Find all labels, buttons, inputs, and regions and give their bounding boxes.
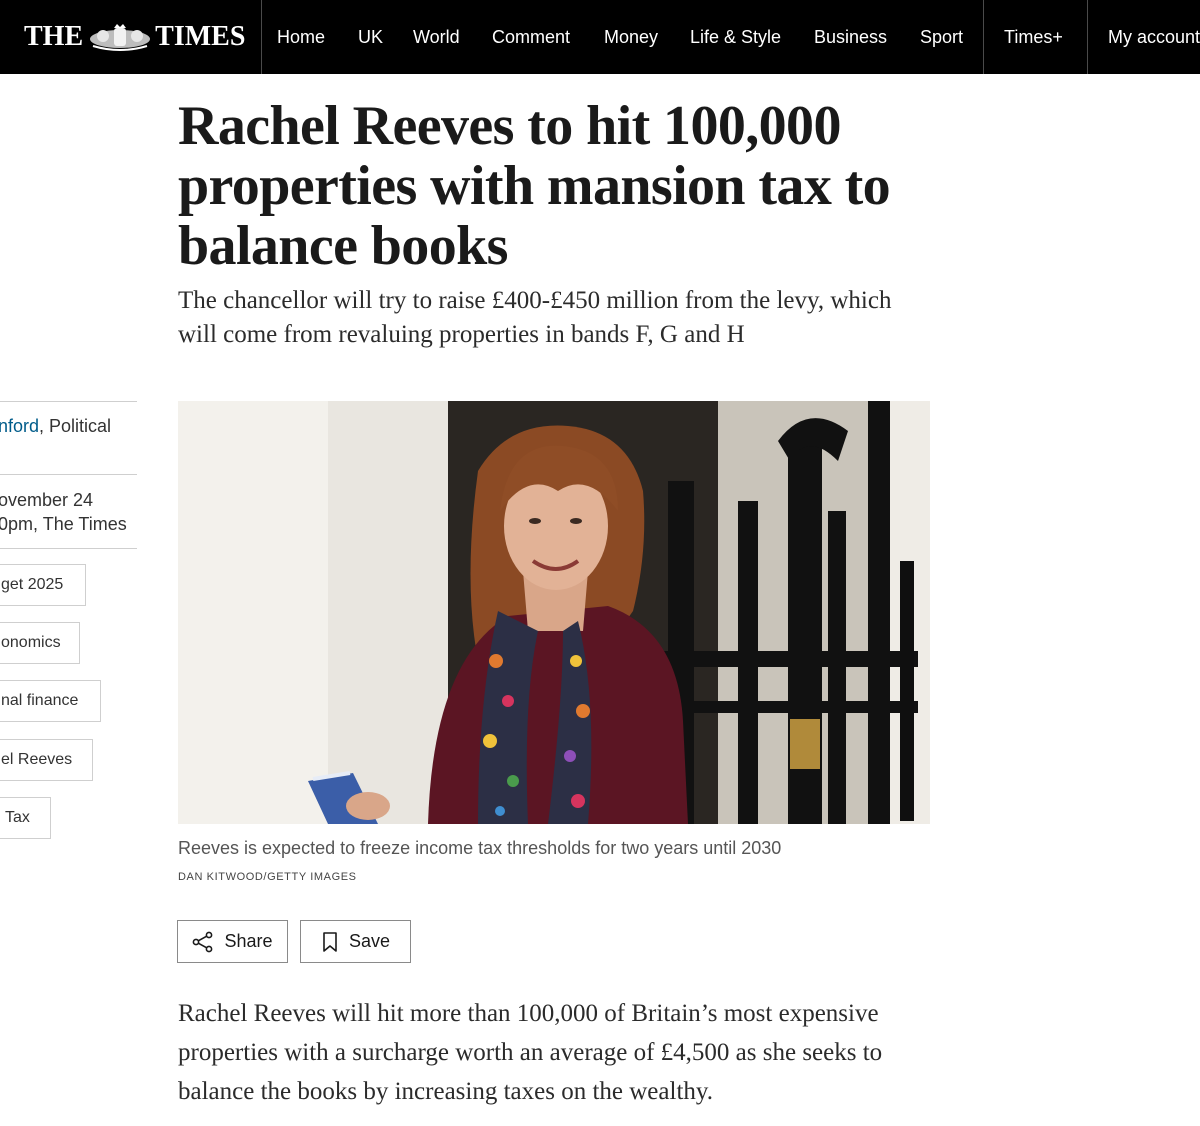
tag-label: el Reeves [1, 751, 73, 768]
chancellor-photo [178, 401, 930, 824]
sidebar-divider [0, 401, 137, 402]
tag-label: Tax [5, 809, 30, 826]
nav-link-world[interactable]: World [413, 0, 460, 74]
times-logo[interactable]: THE TIMES [24, 0, 245, 74]
tag-label: onomics [1, 634, 61, 651]
topic-tag-economics[interactable]: onomics [0, 622, 80, 664]
topic-tag-rachel-reeves[interactable]: el Reeves [0, 739, 93, 781]
nav-link-times-plus[interactable]: Times+ [1004, 0, 1063, 74]
share-label: Share [224, 931, 273, 951]
logo-word-times: TIMES [155, 21, 246, 52]
my-account-link[interactable]: My account [1108, 0, 1200, 74]
nav-divider [1087, 0, 1088, 74]
nav-link-sport[interactable]: Sport [920, 0, 963, 74]
nav-link-business[interactable]: Business [814, 0, 887, 74]
article-body-paragraph: Rachel Reeves will hit more than 100,000… [178, 1000, 883, 1105]
article-headline: Rachel Reeves to hit 100,000 properties … [178, 95, 891, 277]
author-role: , Political [39, 416, 112, 436]
topic-tag-budget[interactable]: get 2025 [0, 564, 86, 606]
tag-label: get 2025 [1, 576, 64, 593]
royal-crest-icon [90, 24, 151, 51]
publish-time-source: 0pm, The Times [0, 514, 127, 534]
publish-date: ovember 24 [0, 490, 94, 510]
nav-link-life-style[interactable]: Life & Style [690, 0, 781, 74]
share-button[interactable]: Share [177, 920, 288, 963]
author-byline: nford, Political [0, 414, 111, 438]
save-label: Save [348, 931, 391, 951]
sidebar-divider [0, 548, 137, 549]
tag-label: nal finance [1, 692, 79, 709]
topic-tag-personal-finance[interactable]: nal finance [0, 680, 101, 722]
nav-link-comment[interactable]: Comment [492, 0, 570, 74]
nav-link-home[interactable]: Home [277, 0, 325, 74]
article-standfirst: The chancellor will try to raise £400-£4… [178, 287, 892, 348]
save-button[interactable]: Save [300, 920, 411, 963]
nav-link-money[interactable]: Money [604, 0, 658, 74]
top-navigation-bar: THE TIMES Home UK World Comment Money Li… [0, 0, 1200, 74]
image-credit: Dan Kitwood/Getty Images [178, 871, 357, 883]
image-caption: Reeves is expected to freeze income tax … [178, 838, 782, 858]
author-name-link[interactable]: nford [0, 416, 39, 436]
nav-link-uk[interactable]: UK [358, 0, 383, 74]
bookmark-icon [323, 931, 337, 952]
share-icon [193, 931, 213, 952]
nav-divider [983, 0, 984, 74]
nav-divider [261, 0, 262, 74]
article-hero-image [178, 401, 930, 824]
sidebar-divider [0, 474, 137, 475]
topic-tag-tax[interactable]: Tax [0, 797, 51, 839]
logo-word-the: THE [24, 21, 84, 52]
